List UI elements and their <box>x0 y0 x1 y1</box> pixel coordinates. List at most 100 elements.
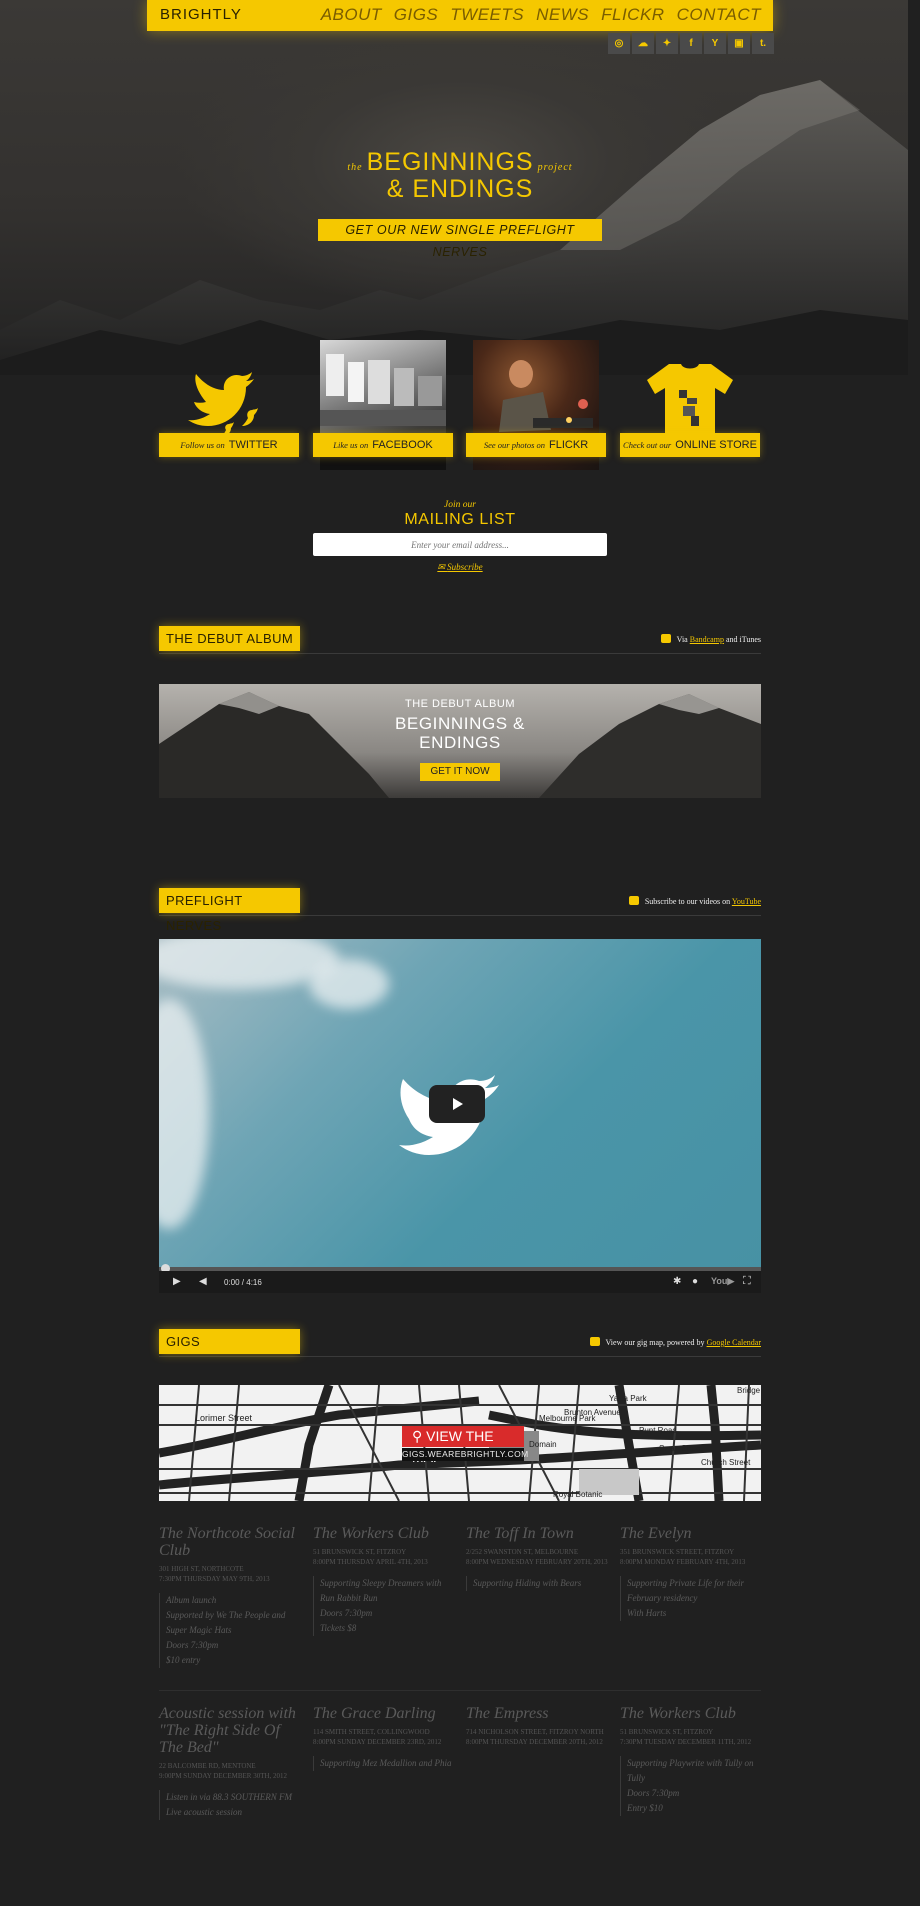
gig-details: Album launch Supported by We The People … <box>159 1593 304 1668</box>
play-icon[interactable]: ▶ <box>173 1276 181 1287</box>
tumblr-icon[interactable]: t. <box>752 33 774 54</box>
facebook-icon[interactable]: f <box>680 33 702 54</box>
map-url[interactable]: GIGS.WEAREBRIGHTLY.COM <box>402 1448 528 1461</box>
gig-item: The Grace Darling 114 SMITH STREET, COLL… <box>313 1705 458 1771</box>
album-section-header: THE DEBUT ALBUM Via Bandcamp and iTunes <box>159 626 761 654</box>
brand-logo[interactable]: BRIGHTLY <box>160 6 242 23</box>
map-street-label: Lorimer Street <box>195 1413 253 1423</box>
gig-venue[interactable]: The Workers Club <box>313 1525 458 1542</box>
settings-icon[interactable]: ✱ <box>673 1276 681 1287</box>
twitter-icon[interactable]: ✦ <box>656 33 678 54</box>
youtube-logo-icon[interactable]: You▶ <box>711 1276 734 1287</box>
banner-title-line1: BEGINNINGS & <box>394 714 525 733</box>
map-street-label: Domain <box>529 1440 557 1449</box>
gig-date: 8:00PM THURSDAY APRIL 4TH, 2013 <box>313 1558 428 1566</box>
hero-the: the <box>347 162 363 173</box>
map-street-label: Yarra Park <box>609 1394 648 1403</box>
get-it-now-button[interactable]: GET IT NOW <box>420 763 500 781</box>
gig-venue[interactable]: The Toff In Town <box>466 1525 611 1542</box>
mailing-join: Join our <box>444 500 476 510</box>
nav-links: ABOUT GIGS TWEETS NEWS FLICKR CONTACT <box>321 5 761 25</box>
album-banner[interactable]: THE DEBUT ALBUM BEGINNINGS & ENDINGS GET… <box>159 684 761 798</box>
video-section-header: PREFLIGHT NERVES Subscribe to our videos… <box>159 888 761 933</box>
youtube-icon[interactable]: Y <box>704 33 726 54</box>
gig-item: The Workers Club 51 BRUNSWICK ST, FITZRO… <box>620 1705 765 1816</box>
map-street-label: Melbourne Park <box>539 1414 596 1423</box>
page: BRIGHTLY ABOUT GIGS TWEETS NEWS FLICKR C… <box>0 0 920 1906</box>
subscribe-link[interactable]: ✉ Subscribe <box>0 562 920 573</box>
google-calendar-link[interactable]: Google Calendar <box>707 1338 761 1347</box>
video-note: Subscribe to our videos on YouTube <box>628 896 761 906</box>
gig-address: 114 SMITH STREET, COLLINGWOOD <box>313 1728 430 1736</box>
soundcloud-icon[interactable]: ☁ <box>632 33 654 54</box>
album-note: Via Bandcamp and iTunes <box>660 634 761 644</box>
view-map-button[interactable]: ⚲ VIEW THE MAP <box>402 1426 524 1465</box>
gig-date: 8:00PM WEDNESDAY FEBRUARY 20TH, 2013 <box>466 1558 608 1566</box>
banner-title-line2: ENDINGS <box>419 733 501 752</box>
nav-flickr[interactable]: FLICKR <box>601 5 664 25</box>
bandcamp-link[interactable]: Bandcamp <box>690 635 724 644</box>
youtube-icon <box>628 896 639 905</box>
hero-title: the BEGINNINGS project & ENDINGS <box>0 148 920 204</box>
gig-venue[interactable]: The Northcote Social Club <box>159 1525 304 1559</box>
social-icons: ◎ ☁ ✦ f Y ▣ t. <box>608 33 774 54</box>
gig-row-divider <box>159 1690 761 1691</box>
gig-venue[interactable]: The Grace Darling <box>313 1705 458 1722</box>
twitter-card-label[interactable]: Follow us on TWITTER <box>159 433 299 457</box>
video-heading: PREFLIGHT NERVES <box>159 888 300 933</box>
facebook-card[interactable]: Like us on FACEBOOK <box>313 340 453 470</box>
top-nav: BRIGHTLY ABOUT GIGS TWEETS NEWS FLICKR C… <box>147 0 773 31</box>
gig-date: 9:00PM SUNDAY DECEMBER 30TH, 2012 <box>159 1772 288 1780</box>
play-icon <box>453 1098 463 1110</box>
nav-about[interactable]: ABOUT <box>321 5 382 25</box>
flickr-icon[interactable]: ▣ <box>728 33 750 54</box>
gig-item: The Empress 714 NICHOLSON STREET, FITZRO… <box>466 1705 611 1748</box>
gig-date: 8:00PM THURSDAY DECEMBER 20TH, 2012 <box>466 1738 603 1746</box>
gig-venue[interactable]: Acoustic session with "The Right Side Of… <box>159 1705 304 1756</box>
map-street-label: Swan Street <box>659 1444 703 1453</box>
gig-address: 714 NICHOLSON STREET, FITZROY NORTH <box>466 1728 604 1736</box>
gig-details: Supporting Private Life for their Februa… <box>620 1576 765 1621</box>
bandcamp-icon[interactable]: ◎ <box>608 33 630 54</box>
nav-gigs[interactable]: GIGS <box>394 5 439 25</box>
gig-map[interactable]: Lorimer Street Yarra Park Brunton Avenue… <box>159 1385 761 1501</box>
gig-address: 22 BALCOMBE RD, MENTONE <box>159 1762 256 1770</box>
gigs-note: View our gig map, powered by Google Cale… <box>589 1337 761 1347</box>
map-street-label: Royal Botanic <box>553 1490 602 1499</box>
hero-project: project <box>537 162 573 173</box>
gig-date: 7:30PM THURSDAY MAY 9TH, 2013 <box>159 1575 270 1583</box>
calendar-icon <box>589 1337 600 1346</box>
facebook-card-label[interactable]: Like us on FACEBOOK <box>313 433 453 457</box>
store-card[interactable]: Check out our ONLINE STORE <box>620 340 760 470</box>
gigs-section-header: GIGS View our gig map, powered by Google… <box>159 1329 761 1357</box>
map-pin-icon: ⚲ <box>412 1428 427 1444</box>
gig-venue[interactable]: The Workers Club <box>620 1705 765 1722</box>
twitter-card[interactable]: Follow us on TWITTER <box>159 340 299 470</box>
play-button[interactable] <box>429 1085 485 1123</box>
nav-contact[interactable]: CONTACT <box>677 5 761 25</box>
email-input[interactable] <box>313 533 607 556</box>
gig-address: 51 BRUNSWICK ST, FITZROY <box>620 1728 714 1736</box>
mailing-list: Join our MAILING LIST ✉ Subscribe <box>0 500 920 573</box>
map-street-label: Bridge <box>737 1386 761 1395</box>
flickr-card-label[interactable]: See our photos on FLICKR <box>466 433 606 457</box>
nav-tweets[interactable]: TWEETS <box>450 5 524 25</box>
nav-news[interactable]: NEWS <box>536 5 589 25</box>
gig-details: Supporting Hiding with Bears <box>466 1576 611 1591</box>
flickr-card[interactable]: See our photos on FLICKR <box>466 340 606 470</box>
store-card-label[interactable]: Check out our ONLINE STORE <box>620 433 760 457</box>
hero-title-line2: & ENDINGS <box>386 175 534 203</box>
youtube-link[interactable]: YouTube <box>732 897 761 906</box>
fullscreen-icon[interactable]: ⛶ <box>743 1275 751 1288</box>
gig-venue[interactable]: The Evelyn <box>620 1525 765 1542</box>
info-icon[interactable]: ● <box>692 1276 698 1287</box>
gig-venue[interactable]: The Empress <box>466 1705 611 1722</box>
video-player[interactable]: ▶ ◀ 0:00 / 4:16 ✱ ● You▶ ⛶ <box>159 939 761 1293</box>
gig-item: Acoustic session with "The Right Side Of… <box>159 1705 304 1820</box>
gig-details: Supporting Playwrite with Tully on Tully… <box>620 1756 765 1816</box>
gig-address: 2/252 SWANSTON ST, MELBOURNE <box>466 1548 579 1556</box>
volume-icon[interactable]: ◀ <box>199 1276 207 1287</box>
map-street-label: Church Street <box>701 1458 751 1467</box>
video-time: 0:00 / 4:16 <box>224 1278 262 1287</box>
get-single-button[interactable]: GET OUR NEW SINGLE PREFLIGHT NERVES <box>318 219 602 259</box>
